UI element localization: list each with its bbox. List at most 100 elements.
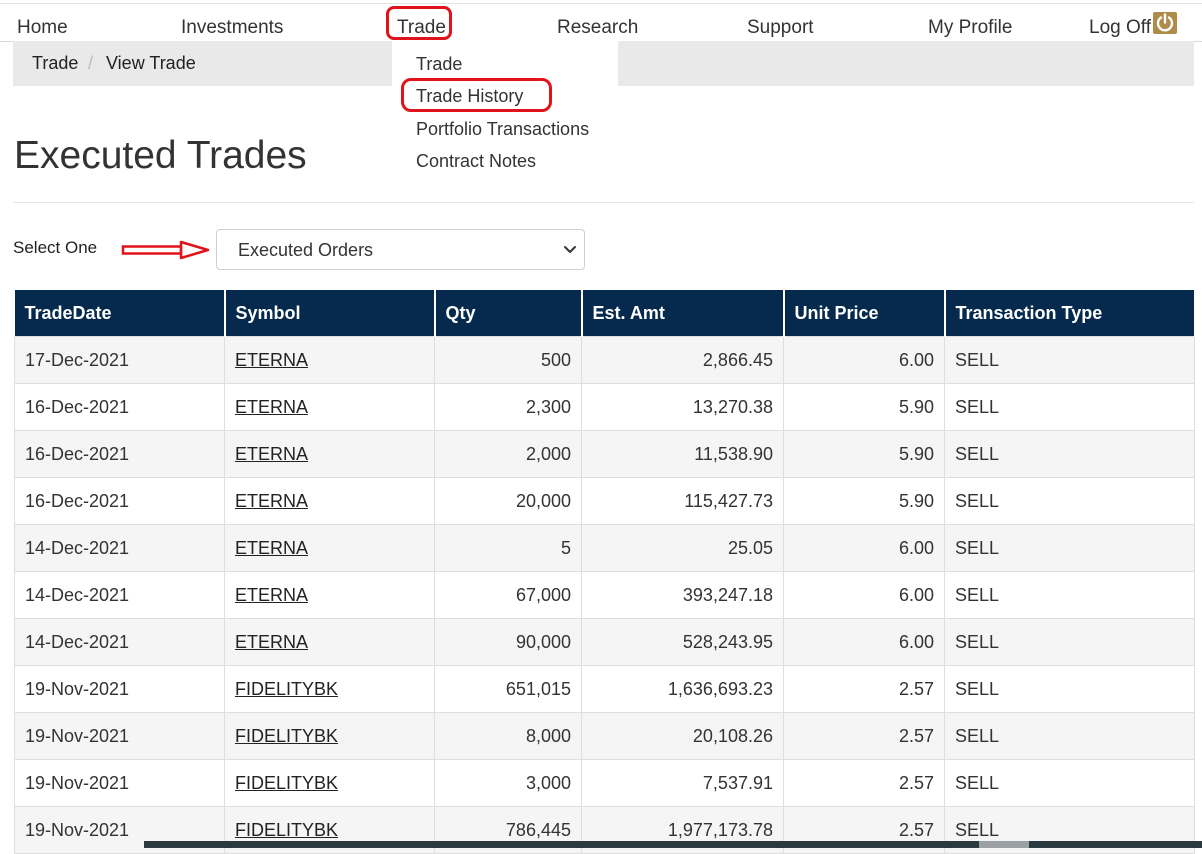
divider [13,202,1194,203]
symbol-link[interactable]: ETERNA [235,350,308,370]
annotation-highlight-trade-history [401,78,552,112]
qty-cell: 3,000 [434,759,582,807]
transaction-type-cell: SELL [944,524,1195,572]
unit-price-cell: 2.57 [783,712,945,760]
est-amt-cell: 7,537.91 [581,759,784,807]
trade-date-cell: 14-Dec-2021 [14,618,225,666]
nav-research[interactable]: Research [557,17,638,39]
unit-price-cell: 5.90 [783,477,945,525]
symbol-cell: ETERNA [224,383,435,431]
breadcrumb-trade[interactable]: Trade [32,53,78,74]
symbol-cell: ETERNA [224,430,435,478]
breadcrumb-view-trade: View Trade [106,53,196,73]
table-row: 14-Dec-2021 ETERNA 67,000 393,247.18 6.00 SEL… [14,571,1195,619]
table-row: 16-Dec-2021 ETERNA 2,300 13,270.38 5.90 SELL [14,383,1195,431]
column-header-symbol[interactable]: Symbol [224,290,436,337]
nav-investments[interactable]: Investments [181,17,283,39]
transaction-type-cell: SELL [944,430,1195,478]
table-row: 17-Dec-2021 ETERNA 500 2,866.45 6.00 SELL [14,336,1195,384]
symbol-link[interactable]: ETERNA [235,397,308,417]
chevron-down-icon [564,246,576,253]
column-header-qty[interactable]: Qty [434,290,583,337]
nav-support[interactable]: Support [747,17,814,39]
column-header-est-amt[interactable]: Est. Amt [581,290,785,337]
symbol-cell: ETERNA [224,336,435,384]
est-amt-cell: 528,243.95 [581,618,784,666]
est-amt-cell: 393,247.18 [581,571,784,619]
table-row: 14-Dec-2021 ETERNA 5 25.05 6.00 SELL [14,524,1195,572]
transaction-type-cell: SELL [944,571,1195,619]
annotation-arrow-icon [121,240,210,260]
trade-dropdown-menu: Trade Trade History Portfolio Transactio… [392,41,618,186]
symbol-link[interactable]: ETERNA [235,538,308,558]
trade-date-cell: 19-Nov-2021 [14,759,225,807]
unit-price-cell: 6.00 [783,618,945,666]
transaction-type-cell: SELL [944,618,1195,666]
table-row: 16-Dec-2021 ETERNA 2,000 11,538.90 5.90 SELL [14,430,1195,478]
unit-price-cell: 6.00 [783,524,945,572]
breadcrumb-separator: / [88,53,94,73]
unit-price-cell: 2.57 [783,665,945,713]
symbol-cell: ETERNA [224,524,435,572]
qty-cell: 8,000 [434,712,582,760]
est-amt-cell: 2,866.45 [581,336,784,384]
order-type-select[interactable]: Executed Orders [216,229,585,270]
qty-cell: 2,000 [434,430,582,478]
transaction-type-cell: SELL [944,477,1195,525]
trade-date-cell: 16-Dec-2021 [14,383,225,431]
symbol-cell: ETERNA [224,477,435,525]
trade-date-cell: 16-Dec-2021 [14,477,225,525]
table-row: 19-Nov-2021 FIDELITYBK 3,000 7,537.91 2.57 SE… [14,759,1195,807]
symbol-link[interactable]: ETERNA [235,444,308,464]
trade-date-cell: 19-Nov-2021 [14,665,225,713]
symbol-link[interactable]: ETERNA [235,632,308,652]
nav-home[interactable]: Home [17,17,68,39]
select-label: Select One [13,238,98,257]
transaction-type-cell: SELL [944,759,1195,807]
symbol-link[interactable]: ETERNA [235,491,308,511]
trade-date-cell: 14-Dec-2021 [14,571,225,619]
column-header-tradedate[interactable]: TradeDate [14,290,226,337]
qty-cell: 67,000 [434,571,582,619]
menu-item-portfolio-transactions[interactable]: Portfolio Transactions [416,119,589,140]
trade-date-cell: 14-Dec-2021 [14,524,225,572]
est-amt-cell: 1,636,693.23 [581,665,784,713]
top-nav: Home Investments Trade Research Support … [0,3,1202,42]
unit-price-cell: 5.90 [783,430,945,478]
unit-price-cell: 5.90 [783,383,945,431]
symbol-link[interactable]: FIDELITYBK [235,726,338,746]
transaction-type-cell: SELL [944,336,1195,384]
table-body: 17-Dec-2021 ETERNA 500 2,866.45 6.00 SELL 16-D… [14,336,1195,854]
column-header-unit-price[interactable]: Unit Price [783,290,946,337]
symbol-cell: FIDELITYBK [224,712,435,760]
page-title: Executed Trades [14,134,307,177]
trade-date-cell: 17-Dec-2021 [14,336,225,384]
est-amt-cell: 115,427.73 [581,477,784,525]
column-header-transaction-type[interactable]: Transaction Type [944,290,1196,337]
horizontal-scrollbar[interactable] [144,841,1202,848]
trade-date-cell: 16-Dec-2021 [14,430,225,478]
qty-cell: 5 [434,524,582,572]
symbol-link[interactable]: FIDELITYBK [235,773,338,793]
est-amt-cell: 11,538.90 [581,430,784,478]
nav-my-profile[interactable]: My Profile [928,17,1012,39]
symbol-link[interactable]: ETERNA [235,585,308,605]
symbol-cell: ETERNA [224,571,435,619]
menu-item-trade[interactable]: Trade [416,54,462,75]
annotation-highlight-trade [386,6,452,40]
qty-cell: 20,000 [434,477,582,525]
scrollbar-thumb[interactable] [979,841,1029,848]
est-amt-cell: 25.05 [581,524,784,572]
symbol-cell: FIDELITYBK [224,665,435,713]
symbol-link[interactable]: FIDELITYBK [235,679,338,699]
transaction-type-cell: SELL [944,383,1195,431]
table-row: 16-Dec-2021 ETERNA 20,000 115,427.73 5.90 SEL… [14,477,1195,525]
menu-item-contract-notes[interactable]: Contract Notes [416,151,536,172]
table-row: 19-Nov-2021 FIDELITYBK 651,015 1,636,693.23… [14,665,1195,713]
order-type-selected-value: Executed Orders [238,240,374,260]
est-amt-cell: 20,108.26 [581,712,784,760]
symbol-link[interactable]: FIDELITYBK [235,820,338,840]
power-icon[interactable] [1153,12,1177,34]
nav-log-off[interactable]: Log Off [1089,17,1151,39]
transaction-type-cell: SELL [944,712,1195,760]
